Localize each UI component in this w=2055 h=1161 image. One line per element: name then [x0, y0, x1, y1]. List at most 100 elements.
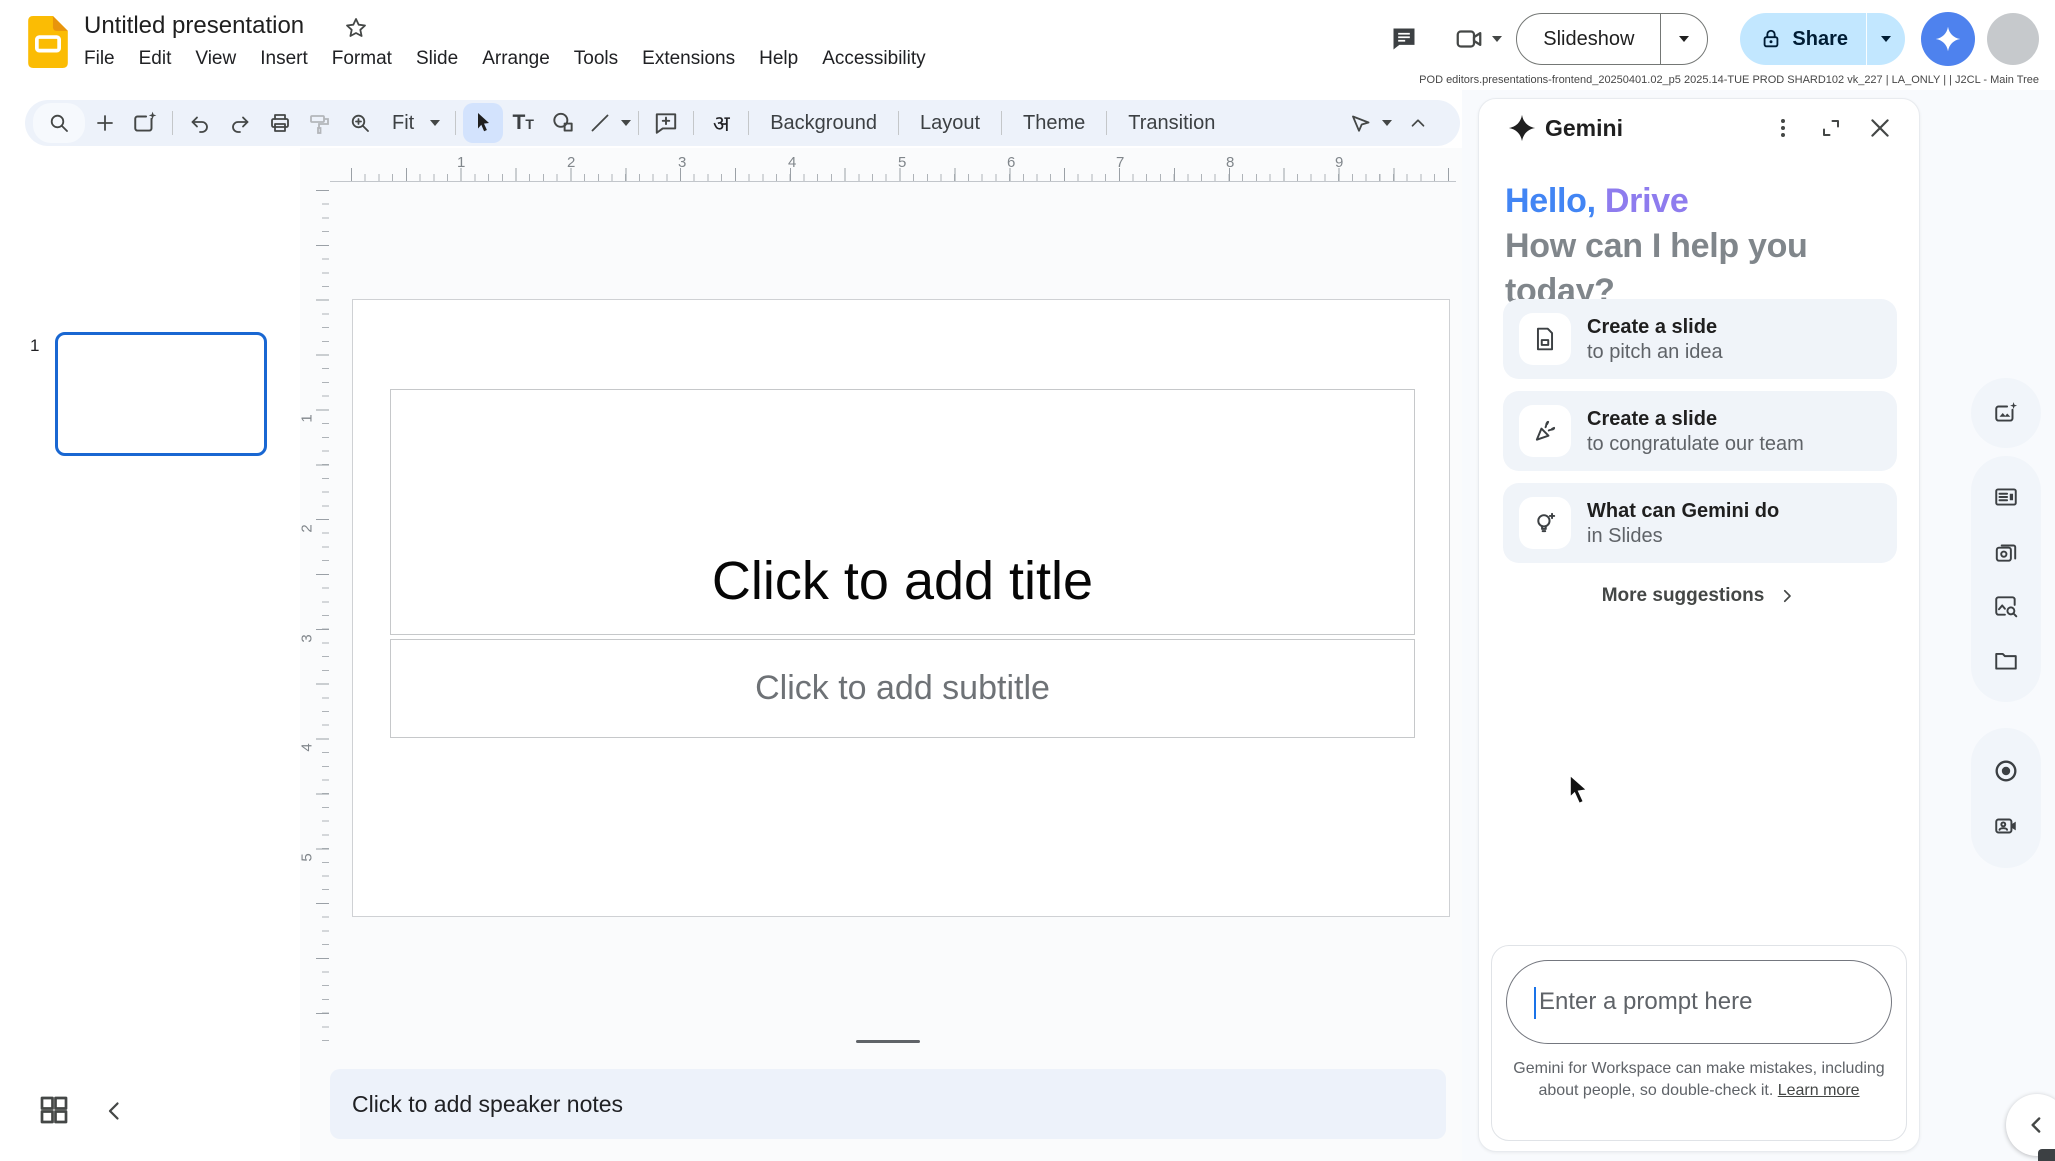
grid-view-button[interactable] [36, 1092, 72, 1128]
toolbar-separator [172, 111, 173, 135]
account-avatar[interactable] [1987, 13, 2039, 65]
ruler-number: 4 [299, 743, 316, 751]
subtitle-placeholder-box[interactable]: Click to add subtitle [390, 639, 1415, 738]
menu-item-tools[interactable]: Tools [562, 46, 630, 72]
text-box-button[interactable]: TT [503, 103, 543, 143]
share-button[interactable]: Share [1740, 13, 1905, 65]
comment-history-icon[interactable] [1380, 15, 1428, 63]
menu-item-arrange[interactable]: Arrange [470, 46, 562, 72]
pointer-options-button[interactable] [1344, 103, 1392, 143]
menu-item-edit[interactable]: Edit [127, 46, 184, 72]
slides-logo-icon[interactable] [28, 16, 68, 68]
menu-item-file[interactable]: File [72, 46, 127, 72]
meet-camera-icon[interactable] [1993, 813, 2019, 839]
ruler-number: 5 [299, 853, 316, 861]
party-popper-icon [1532, 418, 1558, 444]
ruler-number: 6 [1007, 154, 1015, 171]
zoom-fit-select[interactable]: Fit [380, 112, 448, 135]
image-sparkle-icon[interactable] [1993, 400, 2019, 426]
slideshow-label[interactable]: Slideshow [1517, 14, 1661, 64]
new-slide-button[interactable] [85, 103, 125, 143]
gemini-greeting: Hello, Drive How can I help you today? [1505, 179, 1919, 314]
gemini-spark-icon [1934, 25, 1962, 53]
line-tool-icon [588, 111, 612, 135]
slideshow-dropdown[interactable] [1661, 14, 1707, 64]
gemini-button[interactable] [1921, 12, 1975, 66]
folder-icon[interactable] [1993, 648, 2019, 674]
close-panel-icon[interactable] [1867, 115, 1893, 141]
expand-panel-icon[interactable] [1819, 116, 1843, 140]
learn-more-link[interactable]: Learn more [1778, 1082, 1860, 1099]
slide-thumbnail[interactable] [55, 332, 267, 456]
google-slides-app: Untitled presentation File Edit View Ins… [0, 0, 2055, 1161]
speaker-notes[interactable]: Click to add speaker notes [330, 1069, 1446, 1139]
gemini-prompt-input[interactable] [1506, 960, 1892, 1044]
present-to-meeting-button[interactable] [1454, 24, 1502, 54]
filmstrip: 1 [0, 148, 300, 1161]
theme-button[interactable]: Theme [1009, 112, 1099, 135]
menu-item-extensions[interactable]: Extensions [630, 46, 747, 72]
ruler-number: 9 [1335, 154, 1343, 171]
title-placeholder-box[interactable]: Click to add title [390, 389, 1415, 635]
suggestion-card[interactable]: What can Gemini do in Slides [1503, 483, 1897, 563]
share-dropdown[interactable] [1867, 13, 1905, 65]
side-rail-bottom [1971, 728, 2041, 868]
background-button[interactable]: Background [756, 112, 891, 135]
undo-button[interactable] [180, 103, 220, 143]
more-suggestions-button[interactable]: More suggestions [1479, 585, 1919, 607]
subtitle-placeholder-text: Click to add subtitle [755, 669, 1050, 708]
insert-line-button[interactable] [583, 103, 631, 143]
menu-item-help[interactable]: Help [747, 46, 810, 72]
toolbar: Fit TT [25, 100, 1460, 146]
zoom-button[interactable] [340, 103, 380, 143]
print-button[interactable] [260, 103, 300, 143]
header-actions: Slideshow Share [1380, 0, 2055, 78]
menu-item-slide[interactable]: Slide [404, 46, 470, 72]
slideshow-button[interactable]: Slideshow [1516, 13, 1708, 65]
undo-icon [188, 111, 212, 135]
ruler-number: 2 [567, 154, 575, 171]
input-tools-button[interactable]: अ [701, 103, 741, 143]
more-options-icon[interactable] [1771, 116, 1795, 140]
new-slide-with-gemini-button[interactable] [125, 103, 165, 143]
document-title[interactable]: Untitled presentation [84, 12, 304, 40]
star-icon[interactable] [344, 16, 368, 40]
transition-button[interactable]: Transition [1114, 112, 1229, 135]
image-search-icon[interactable] [1993, 593, 2019, 619]
toolbar-separator [693, 111, 694, 135]
insert-shape-button[interactable] [543, 103, 583, 143]
insert-comment-button[interactable] [646, 103, 686, 143]
menu-bar: File Edit View Insert Format Slide Arran… [72, 46, 938, 72]
notes-resize-handle[interactable] [856, 1040, 920, 1043]
collapse-filmstrip-button[interactable] [100, 1096, 130, 1126]
menu-item-accessibility[interactable]: Accessibility [810, 46, 937, 72]
menu-item-insert[interactable]: Insert [248, 46, 320, 72]
chevron-down-icon [1492, 36, 1502, 42]
slide-editor-canvas[interactable]: Click to add title Click to add subtitle [352, 299, 1450, 917]
photo-stack-icon[interactable] [1993, 539, 2019, 565]
chevron-left-icon [2024, 1112, 2050, 1138]
suggestion-cards: Create a slide to pitch an idea Create a… [1503, 299, 1897, 563]
paint-format-button[interactable] [300, 103, 340, 143]
chevron-left-icon [100, 1096, 130, 1126]
hidden-panel-edge [2038, 1149, 2055, 1161]
layout-button[interactable]: Layout [906, 112, 994, 135]
collapse-toolbar-button[interactable] [1398, 103, 1438, 143]
ruler-number: 7 [1116, 154, 1124, 171]
menu-item-view[interactable]: View [183, 46, 248, 72]
search-menus-button[interactable] [33, 103, 85, 143]
prompt-text-field[interactable] [1539, 961, 1879, 1043]
suggestion-title: Create a slide [1587, 406, 1804, 432]
ruler-number: 1 [299, 414, 316, 422]
redo-button[interactable] [220, 103, 260, 143]
ruler-number: 3 [299, 634, 316, 642]
suggestion-card[interactable]: Create a slide to congratulate our team [1503, 391, 1897, 471]
select-tool-button[interactable] [463, 103, 503, 143]
record-icon[interactable] [1992, 757, 2020, 785]
lightbulb-spark-icon [1532, 510, 1558, 536]
menu-item-format[interactable]: Format [320, 46, 404, 72]
paint-roller-icon [308, 111, 332, 135]
suggestion-title: What can Gemini do [1587, 498, 1779, 524]
suggestion-card[interactable]: Create a slide to pitch an idea [1503, 299, 1897, 379]
article-icon[interactable] [1993, 484, 2019, 510]
